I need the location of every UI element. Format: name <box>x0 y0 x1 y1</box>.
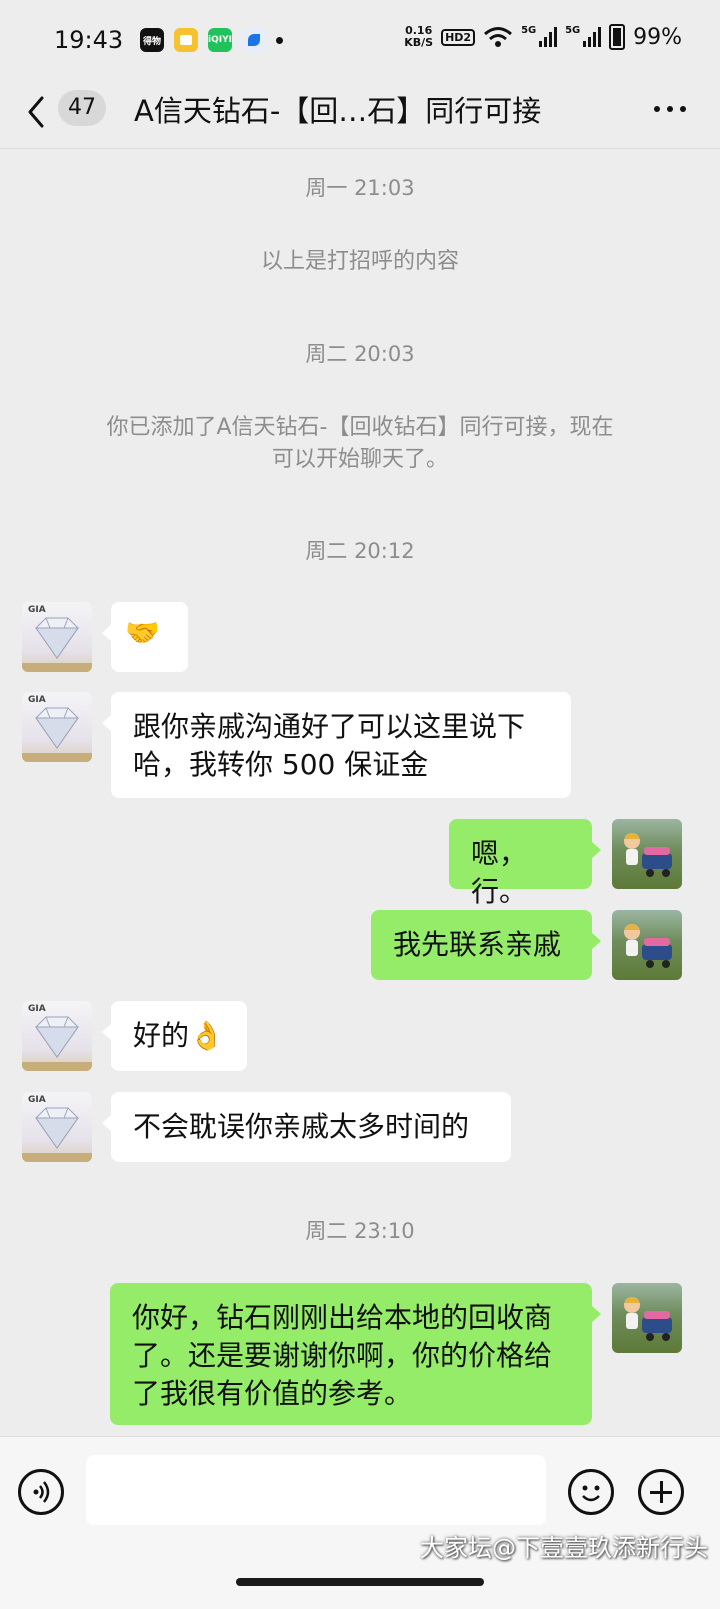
message-input[interactable] <box>86 1455 546 1525</box>
network-speed: 0.16 KB/S <box>404 25 433 49</box>
toy-figure-icon <box>624 924 672 968</box>
system-message: 以上是打招呼的内容 <box>260 249 459 274</box>
contact-avatar[interactable]: GIA <box>22 602 92 672</box>
message-bubble-incoming[interactable]: 跟你亲戚沟通好了可以这里说下 哈，我转你 500 保证金 <box>102 692 571 798</box>
network-speed-unit: KB/S <box>404 36 434 49</box>
voice-button[interactable] <box>18 1469 64 1515</box>
sim1-network-label: 5G <box>521 25 537 36</box>
wifi-icon <box>484 27 513 47</box>
message-bubble-outgoing[interactable]: 嗯，行。 <box>449 819 601 908</box>
home-indicator[interactable] <box>236 1578 484 1586</box>
notes-app-icon <box>174 28 198 52</box>
timestamp: 周一 21:03 <box>305 176 415 200</box>
contact-avatar[interactable]: GIA <box>22 692 92 762</box>
emoji-icon <box>582 1485 600 1502</box>
system-message: 你已添加了A信天钻石-【回收钻石】同行可接，现在 可以开始聊天了。 <box>0 412 720 476</box>
system-message-line: 你已添加了A信天钻石-【回收钻石】同行可接，现在 <box>106 415 614 440</box>
battery-icon <box>609 24 626 50</box>
unread-count-badge[interactable]: 47 <box>58 90 106 126</box>
message-bubble-incoming[interactable]: 好的👌 <box>102 1001 247 1071</box>
toy-figure-icon <box>624 833 672 877</box>
message-bubble-incoming[interactable]: 不会耽误你亲戚太多时间的 <box>102 1092 511 1162</box>
signal-icon-sim2: 5G <box>565 25 602 47</box>
message-bubble-outgoing[interactable]: 我先联系亲戚 <box>371 910 601 980</box>
my-avatar[interactable] <box>612 1283 682 1353</box>
message-line: 了我很有价值的参考。 <box>132 1377 413 1410</box>
message-line: 跟你亲戚沟通好了可以这里说下 <box>133 710 526 743</box>
voice-icon <box>33 1481 50 1503</box>
my-avatar[interactable] <box>612 910 682 980</box>
header-divider <box>0 148 720 149</box>
more-dots-icon <box>654 106 660 112</box>
contact-avatar[interactable]: GIA <box>22 1092 92 1162</box>
contact-avatar[interactable]: GIA <box>22 1001 92 1071</box>
diamond-icon <box>35 617 79 659</box>
chat-title: A信天钻石-【回…石】同行可接 <box>134 94 542 128</box>
dewu-app-icon: 得物 <box>140 28 164 52</box>
status-time: 19:43 <box>54 26 124 54</box>
emoji-button[interactable] <box>568 1469 614 1515</box>
message-line: 哈，我转你 500 保证金 <box>133 748 429 781</box>
message-bubble-incoming[interactable]: 🤝 <box>102 602 188 672</box>
signal-icon-sim1: 5G <box>521 25 558 47</box>
message-line: 你好，钻石刚刚出给本地的回收商 <box>132 1301 553 1334</box>
timestamp: 周二 20:03 <box>305 342 415 366</box>
battery-percent: 99% <box>633 24 682 50</box>
message-line: 了。还是要谢谢你啊，你的价格给 <box>132 1339 553 1372</box>
notification-app-icons: 得物 iQIYI <box>140 28 283 52</box>
diamond-icon <box>35 707 79 749</box>
sim2-network-label: 5G <box>565 25 581 36</box>
diamond-icon <box>35 1107 79 1149</box>
status-bar: 19:43 得物 iQIYI 0.16 KB/S HD2 5G 5G 99% <box>0 0 720 82</box>
watermark: 大家坛@下壹壹玖添新行头 <box>420 1534 708 1562</box>
diamond-icon <box>35 1016 79 1058</box>
chat-header: 47 A信天钻石-【回…石】同行可接 <box>0 82 720 148</box>
system-message-line: 可以开始聊天了。 <box>271 447 448 472</box>
more-notifications-dot <box>276 36 283 44</box>
my-avatar[interactable] <box>612 819 682 889</box>
hd-voice-icon: HD2 <box>441 28 476 46</box>
timestamp: 周二 20:12 <box>305 539 415 563</box>
toy-figure-icon <box>624 1297 672 1341</box>
plus-button[interactable] <box>638 1469 684 1515</box>
feather-app-icon <box>242 28 266 52</box>
more-button[interactable] <box>654 106 686 112</box>
message-bubble-outgoing[interactable]: 你好，钻石刚刚出给本地的回收商 了。还是要谢谢你啊，你的价格给 了我很有价值的参… <box>110 1283 601 1425</box>
status-indicators: 0.16 KB/S HD2 5G 5G 99% <box>404 24 682 50</box>
iqiyi-app-icon: iQIYI <box>208 28 232 52</box>
timestamp: 周二 23:10 <box>305 1219 415 1243</box>
